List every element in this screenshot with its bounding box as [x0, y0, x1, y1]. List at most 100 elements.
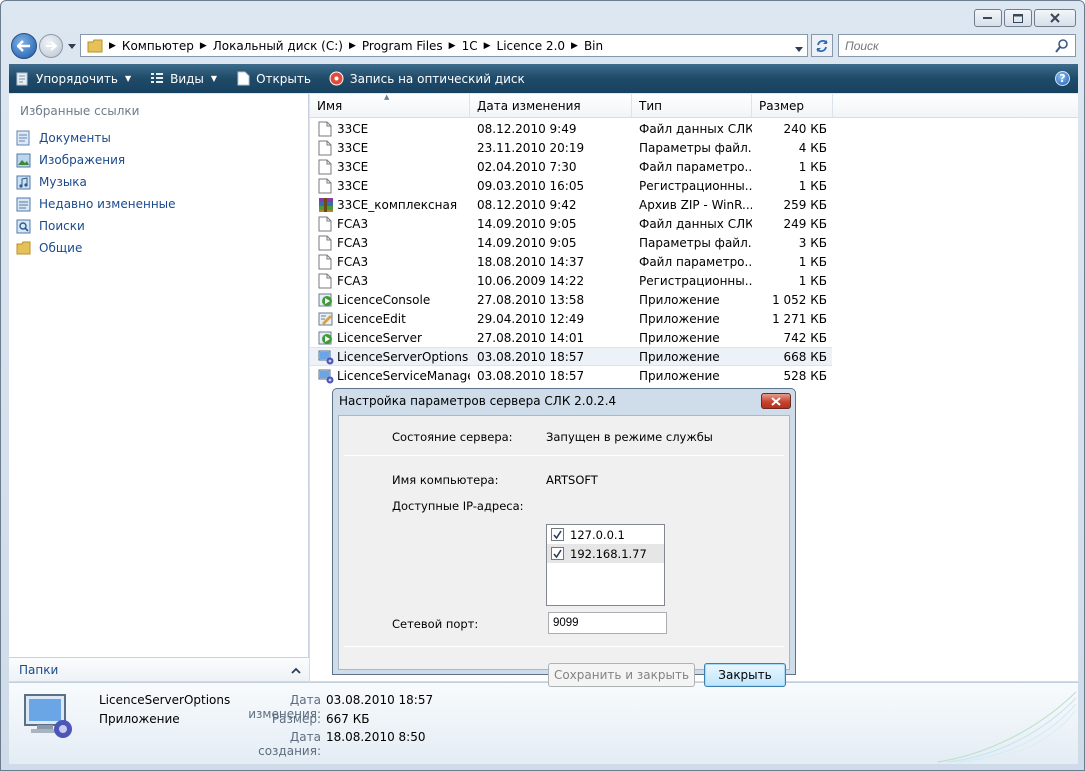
ip-list-item[interactable]: 127.0.0.1 — [547, 525, 664, 544]
file-size: 240 КБ — [783, 121, 827, 136]
ip-checkbox[interactable] — [551, 528, 564, 541]
file-type: Параметры файл... — [639, 235, 752, 250]
refresh-button[interactable] — [811, 34, 833, 57]
file-size: 1 052 КБ — [772, 292, 827, 307]
file-type: Параметры файл... — [639, 140, 752, 155]
breadcrumb-licence[interactable]: Licence 2.0 — [497, 39, 565, 53]
close-button[interactable] — [1034, 9, 1076, 27]
nav-item-documents[interactable]: Документы — [15, 127, 176, 149]
views-button[interactable]: Виды ▼ — [149, 71, 217, 87]
file-type: Регистрационны... — [639, 178, 752, 193]
help-button[interactable]: ? — [1055, 71, 1070, 86]
file-row[interactable]: FCA3 10.06.2009 14:22 Регистрационны... 1 К… — [310, 271, 1078, 290]
file-row[interactable]: LicenceServiceManager 03.08.2010 18:57 При… — [310, 366, 1078, 385]
file-row[interactable]: FCA3 18.08.2010 14:37 Файл параметро... 1 К… — [310, 252, 1078, 271]
file-name-cell: LicenceServerOptions — [310, 349, 470, 365]
file-name-cell: LicenceServer — [310, 330, 470, 346]
recent-icon — [15, 196, 31, 212]
nav-item-pictures[interactable]: Изображения — [15, 149, 176, 171]
column-header: ▲ Имя Дата изменения Тип Размер — [310, 93, 1078, 118]
minimize-button[interactable] — [974, 9, 1002, 27]
chevron-down-icon — [68, 43, 76, 49]
breadcrumb-separator: ▶ — [571, 40, 578, 51]
details-file-name: LicenceServerOptions — [99, 693, 231, 707]
file-size: 528 КБ — [783, 368, 827, 383]
network-port-input[interactable] — [548, 612, 667, 634]
caption-buttons — [974, 9, 1076, 27]
maximize-button[interactable] — [1004, 9, 1032, 27]
recent-pages-button[interactable] — [66, 39, 78, 53]
nav-item-music[interactable]: Музыка — [15, 171, 176, 193]
search-input[interactable] — [845, 38, 1045, 53]
folders-toggle[interactable]: Папки — [9, 657, 309, 681]
server-status-value: Запущен в режиме службы — [546, 430, 713, 444]
chevron-down-icon: ▼ — [210, 74, 218, 83]
close-dialog-button[interactable]: Закрыть — [704, 663, 786, 687]
column-name[interactable]: ▲ Имя — [310, 93, 470, 118]
search-box[interactable] — [838, 34, 1076, 57]
file-date: 29.04.2010 12:49 — [477, 311, 585, 326]
ip-checkbox[interactable] — [551, 547, 564, 560]
file-row[interactable]: LicenceConsole 27.08.2010 13:58 Приложение… — [310, 290, 1078, 309]
file-name: LicenceServer — [337, 330, 422, 345]
address-dropdown-button[interactable] — [795, 41, 803, 55]
column-date-label: Дата изменения — [477, 99, 581, 113]
file-date: 08.12.2010 9:49 — [477, 121, 577, 136]
checkmark-icon — [553, 530, 562, 539]
gear-app-icon — [318, 349, 334, 365]
address-bar[interactable]: ▶ Компьютер ▶ Локальный диск (C:) ▶ Prog… — [80, 34, 808, 57]
back-button[interactable] — [11, 33, 37, 59]
file-size: 249 КБ — [783, 216, 827, 231]
nav-item-recent[interactable]: Недавно измененные — [15, 193, 176, 215]
breadcrumb-program-files[interactable]: Program Files — [362, 39, 443, 53]
file-type: Файл параметро... — [639, 159, 752, 174]
file-name-cell: 33CE — [310, 159, 470, 175]
file-row[interactable]: 33CE 08.12.2010 9:49 Файл данных СЛК 240 КБ — [310, 119, 1078, 138]
nav-item-searches[interactable]: Поиски — [15, 215, 176, 237]
column-size-label: Размер — [759, 99, 805, 113]
details-file-kind: Приложение — [99, 712, 180, 726]
burn-button[interactable]: Запись на оптический диск — [329, 71, 525, 87]
dialog-close-button[interactable] — [761, 393, 791, 409]
file-date: 18.08.2010 14:37 — [477, 254, 585, 269]
nav-item-label: Изображения — [39, 153, 126, 167]
file-row[interactable]: 33CE 09.03.2010 16:05 Регистрационны... 1 К… — [310, 176, 1078, 195]
ip-list-item[interactable]: 192.168.1.77 — [547, 544, 664, 563]
refresh-icon — [816, 39, 828, 52]
folders-label: Папки — [19, 662, 59, 677]
column-type[interactable]: Тип — [632, 94, 752, 118]
ip-address-text: 192.168.1.77 — [570, 546, 647, 561]
open-button[interactable]: Открыть — [235, 71, 311, 87]
file-row[interactable]: LicenceServer 27.08.2010 14:01 Приложение 7… — [310, 328, 1078, 347]
file-row[interactable]: FCA3 14.09.2010 9:05 Файл данных СЛК 249 КБ — [310, 214, 1078, 233]
forward-button[interactable] — [39, 34, 63, 58]
divider — [344, 646, 784, 647]
breadcrumb-computer[interactable]: Компьютер — [122, 39, 194, 53]
file-row[interactable]: LicenceServerOptions 03.08.2010 18:57 Прил… — [310, 347, 832, 366]
file-name: LicenceConsole — [337, 292, 431, 307]
save-and-close-button[interactable]: Сохранить и закрыть — [548, 663, 695, 687]
organize-button[interactable]: Упорядочить ▼ — [15, 71, 131, 87]
file-name: LicenceServiceManager — [337, 368, 470, 383]
file-size: 742 КБ — [783, 330, 827, 345]
file-row[interactable]: 33CE 02.04.2010 7:30 Файл параметро... 1 КБ — [310, 157, 1078, 176]
ip-address-list[interactable]: 127.0.0.1 192.168.1.77 — [546, 524, 665, 606]
file-name-cell: FCA3 — [310, 254, 470, 270]
file-row[interactable]: LicenceEdit 29.04.2010 12:49 Приложение 1 2… — [310, 309, 1078, 328]
nav-item-public[interactable]: Общие — [15, 237, 176, 259]
nav-item-label: Общие — [39, 241, 83, 255]
open-label: Открыть — [256, 71, 311, 86]
file-name: 33CE — [337, 178, 369, 193]
file-row[interactable]: FCA3 14.09.2010 9:05 Параметры файл... 3 КБ — [310, 233, 1078, 252]
file-date: 08.12.2010 9:42 — [477, 197, 577, 212]
search-icon[interactable] — [1055, 39, 1069, 56]
breadcrumb-1c[interactable]: 1C — [462, 39, 478, 53]
file-row[interactable]: 33CE_комплексная 08.12.2010 9:42 Архив ZIP… — [310, 195, 1078, 214]
file-row[interactable]: 33CE 23.11.2010 20:19 Параметры файл... 4 К… — [310, 138, 1078, 157]
nav-item-label: Поиски — [39, 219, 85, 233]
breadcrumb-local-disk[interactable]: Локальный диск (C:) — [213, 39, 343, 53]
column-date[interactable]: Дата изменения — [470, 94, 632, 118]
file-name-cell: LicenceEdit — [310, 311, 470, 327]
breadcrumb-bin[interactable]: Bin — [584, 39, 603, 53]
column-size[interactable]: Размер — [752, 94, 833, 118]
